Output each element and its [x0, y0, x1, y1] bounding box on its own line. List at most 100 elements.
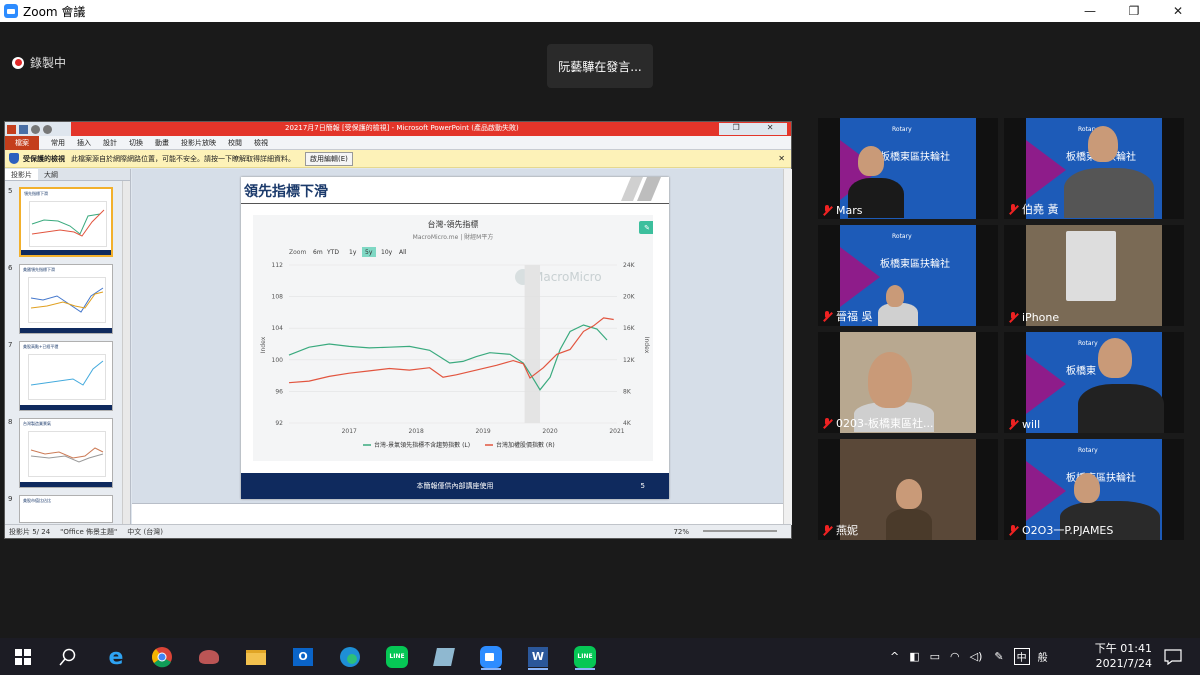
windows-start-icon[interactable] [10, 644, 36, 670]
thumb-chart [29, 201, 107, 247]
zoom-taskbar-icon[interactable] [478, 644, 504, 670]
participant-tile[interactable]: Rotary板橋東區扶輪社伯堯 黃 [1004, 118, 1184, 219]
shaded-band [524, 265, 541, 423]
battery-icon[interactable]: ▭ [930, 650, 940, 663]
panel-scrollbar[interactable] [122, 181, 130, 525]
enable-editing-button[interactable]: 啟用編輯(E) [305, 151, 353, 166]
redo-icon[interactable] [43, 124, 52, 134]
notes-app-icon[interactable] [431, 644, 457, 670]
notes-pane[interactable] [132, 503, 783, 525]
zoom-slider[interactable] [703, 530, 777, 532]
slide-edit-area: 領先指標下滑 台灣-領先指標 MacroMicro.me | 財經M平方 ✎ Zoom… [132, 169, 783, 503]
ribbon-tab-file[interactable]: 檔案 [5, 135, 39, 150]
edge-icon[interactable] [337, 644, 363, 670]
thumb-footer [20, 405, 112, 410]
search-icon[interactable] [55, 644, 81, 670]
line-icon-2[interactable]: LINE [572, 644, 598, 670]
thumb-footer [20, 328, 112, 333]
zoom-label: Zoom [289, 249, 306, 256]
shared-powerpoint-window: 20217月7日簡報 [受保護的檢視] - Microsoft PowerPoi… [4, 121, 792, 539]
tab-slides[interactable]: 投影片 [5, 169, 38, 180]
close-button[interactable]: ✕ [1156, 0, 1200, 22]
close-bar-icon[interactable]: ✕ [778, 154, 785, 163]
ime-mode[interactable]: 般 [1038, 649, 1048, 664]
system-tray: ^ ◧ ▭ ◠ ◁) ✎ 中 般 [890, 638, 1048, 675]
zoom-option: 1y [349, 249, 357, 256]
ppt-close-icon[interactable]: ✕ [767, 123, 774, 135]
slide-thumbnail-7[interactable]: 美股高點+已經平穩 [19, 341, 113, 411]
tab-outline[interactable]: 大綱 [38, 169, 64, 180]
meeting-icon[interactable]: ◧ [909, 650, 919, 663]
thumb-title: 美國領先指標下滑 [23, 267, 55, 272]
pen-icon[interactable]: ✎ [994, 650, 1003, 663]
slide-number: 5 [8, 187, 13, 195]
wifi-icon[interactable]: ◠ [950, 650, 960, 663]
recording-label: 錄製中 [30, 56, 67, 70]
slide-thumbnail-5[interactable]: 領先指標下滑 [19, 187, 113, 257]
muted-mic-icon [1008, 419, 1018, 430]
participant-name: iPhone [1022, 311, 1060, 324]
club-label: 板橋東區扶輪社 [880, 152, 950, 163]
participant-name-label: Mars [822, 204, 863, 217]
ppt-ribbon: 檔案 常用 插入 設計 切換 動畫 投影片放映 校閱 檢視 [5, 135, 791, 150]
minimize-button[interactable]: — [1068, 0, 1112, 22]
participant-face [896, 479, 922, 509]
slide-number: 8 [8, 418, 13, 426]
participant-name-label: 0203-板橋東區社... [822, 415, 933, 431]
participant-tile[interactable]: Rotary 板橋東區扶輪社 O2O3一P.PJAMES [1004, 439, 1184, 540]
ribbon-tab-insert[interactable]: 插入 [77, 138, 91, 148]
ribbon-tab-design[interactable]: 設計 [103, 138, 117, 148]
ribbon-tab-transitions[interactable]: 切換 [129, 138, 143, 148]
muted-mic-icon [822, 524, 832, 536]
notification-icon[interactable] [1160, 644, 1186, 670]
ribbon-tab-slideshow[interactable]: 投影片放映 [181, 138, 216, 148]
undo-icon[interactable] [31, 124, 40, 134]
clock[interactable]: 下午 01:41 2021/7/24 [1095, 641, 1152, 671]
chrome-icon[interactable] [149, 644, 175, 670]
ime-indicator[interactable]: 中 [1013, 648, 1030, 665]
zoom-option: YTD [326, 249, 339, 256]
participant-tile[interactable]: iPhone [1004, 225, 1184, 326]
slide-thumbnail-6[interactable]: 美國領先指標下滑 [19, 264, 113, 334]
save-icon[interactable] [19, 124, 28, 134]
participant-name: will [1022, 418, 1041, 431]
y-right-tick: 8K [623, 388, 632, 395]
y-left-tick: 112 [272, 262, 284, 269]
paint-app-icon[interactable] [196, 644, 222, 670]
club-label: 板橋東區扶輪社 [880, 259, 950, 270]
slide-thumbnail-8[interactable]: 台灣製造業景氣 [19, 418, 113, 488]
current-slide: 領先指標下滑 台灣-領先指標 MacroMicro.me | 財經M平方 ✎ Zoom… [241, 177, 669, 499]
muted-mic-icon [822, 205, 832, 216]
chevron-up-icon[interactable]: ^ [890, 650, 899, 663]
editor-scrollbar[interactable] [783, 169, 792, 525]
maximize-button[interactable]: ❐ [1112, 0, 1156, 22]
participant-name: 0203-板橋東區社... [836, 417, 934, 430]
protected-view-message[interactable]: 此檔案源自於網際網路位置，可能不安全。請按一下瞭解取得詳細資料。 [71, 154, 295, 164]
file-explorer-icon[interactable] [243, 644, 269, 670]
ppt-restore-icon[interactable]: ❐ [733, 123, 740, 135]
ribbon-tab-animations[interactable]: 動畫 [155, 138, 169, 148]
thumb-footer [20, 482, 112, 487]
ribbon-tab-home[interactable]: 常用 [51, 138, 65, 148]
ribbon-tab-view[interactable]: 檢視 [254, 138, 268, 148]
participant-tile[interactable]: Rotary 板橋東區扶輪社 Mars [818, 118, 998, 219]
word-icon[interactable]: W [525, 644, 551, 670]
participant-face [1088, 126, 1118, 162]
chart-card: 台灣-領先指標 MacroMicro.me | 財經M平方 ✎ Zoom 6m YTD 1y… [253, 215, 655, 461]
volume-icon[interactable]: ◁) [970, 650, 983, 663]
recording-indicator: 錄製中 [12, 54, 66, 71]
thumb-chart [28, 277, 106, 323]
participant-tile[interactable]: Rotary 板橋東 will [1004, 332, 1184, 433]
outlook-icon[interactable]: O [290, 644, 316, 670]
thumb-title: 美股高點+已經平穩 [23, 344, 59, 349]
participant-tile[interactable]: Rotary 板橋東區扶輪社 晉福 吳 [818, 225, 998, 326]
zoom-level[interactable]: 72% [673, 528, 689, 536]
title-divider [241, 203, 669, 204]
slide-thumbnail-9[interactable]: 美股市值比佔比 [19, 495, 113, 523]
participant-tile[interactable]: 燕妮 [818, 439, 998, 540]
ribbon-tab-review[interactable]: 校閱 [228, 138, 242, 148]
line-icon[interactable]: LINE [384, 644, 410, 670]
powerpoint-icon [7, 124, 16, 134]
participant-tile[interactable]: 0203-板橋東區社... [818, 332, 998, 433]
internet-explorer-icon[interactable]: e [103, 644, 129, 670]
